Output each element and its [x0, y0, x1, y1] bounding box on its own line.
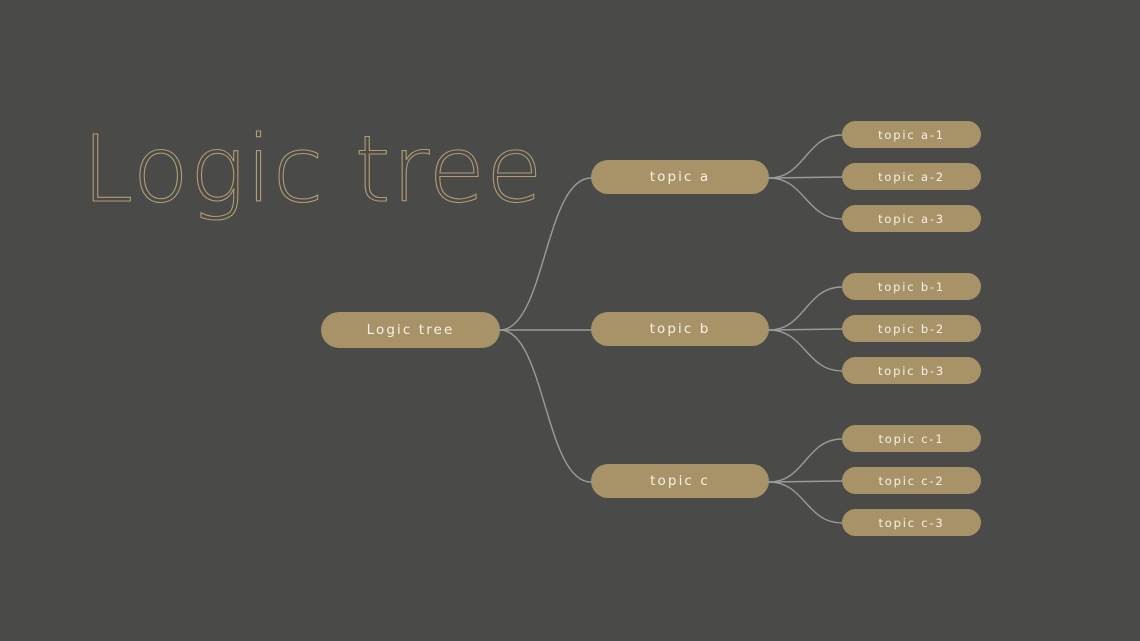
node-leaf-b-3[interactable]: topic b-3	[842, 357, 981, 384]
edge-topic-b-leaf-2	[768, 328, 843, 331]
node-leaf-a-3[interactable]: topic a-3	[842, 205, 981, 232]
node-leaf-b-2[interactable]: topic b-2	[842, 315, 981, 342]
node-leaf-a-1-label: topic a-1	[878, 127, 945, 142]
node-topic-a[interactable]: topic a	[591, 160, 769, 194]
node-leaf-c-2[interactable]: topic c-2	[842, 467, 981, 494]
node-topic-c[interactable]: topic c	[591, 464, 769, 498]
slide-canvas: Logic tree Logic tree topic a topic b to…	[0, 0, 1140, 641]
node-topic-a-label: topic a	[649, 169, 711, 185]
node-leaf-c-3-label: topic c-3	[878, 515, 945, 530]
edge-root-topic-c	[499, 329, 592, 483]
edge-topic-a-leaf-1	[768, 134, 843, 179]
node-leaf-c-1[interactable]: topic c-1	[842, 425, 981, 452]
node-leaf-a-2-label: topic a-2	[878, 169, 945, 184]
node-leaf-a-3-label: topic a-3	[878, 211, 945, 226]
node-leaf-b-1-label: topic b-1	[878, 279, 945, 294]
node-leaf-b-1[interactable]: topic b-1	[842, 273, 981, 300]
edge-topic-b-leaf-1	[768, 286, 843, 331]
edge-topic-a-leaf-2	[768, 176, 843, 179]
node-root[interactable]: Logic tree	[321, 312, 500, 348]
node-topic-b-label: topic b	[649, 321, 711, 337]
edge-topic-c-leaf-3	[768, 481, 843, 524]
node-leaf-c-2-label: topic c-2	[878, 473, 945, 488]
page-title: Logic tree	[81, 116, 544, 223]
node-leaf-a-1[interactable]: topic a-1	[842, 121, 981, 148]
node-root-label: Logic tree	[366, 322, 455, 338]
node-leaf-b-3-label: topic b-3	[878, 363, 945, 378]
node-leaf-c-3[interactable]: topic c-3	[842, 509, 981, 536]
edge-topic-a-leaf-3	[768, 177, 843, 220]
node-leaf-c-1-label: topic c-1	[878, 431, 945, 446]
node-topic-c-label: topic c	[650, 473, 710, 489]
node-leaf-a-2[interactable]: topic a-2	[842, 163, 981, 190]
edge-topic-c-leaf-1	[768, 438, 843, 483]
edge-topic-b-leaf-3	[768, 329, 843, 372]
node-leaf-b-2-label: topic b-2	[878, 321, 945, 336]
node-topic-b[interactable]: topic b	[591, 312, 769, 346]
edge-topic-c-leaf-2	[768, 480, 843, 483]
